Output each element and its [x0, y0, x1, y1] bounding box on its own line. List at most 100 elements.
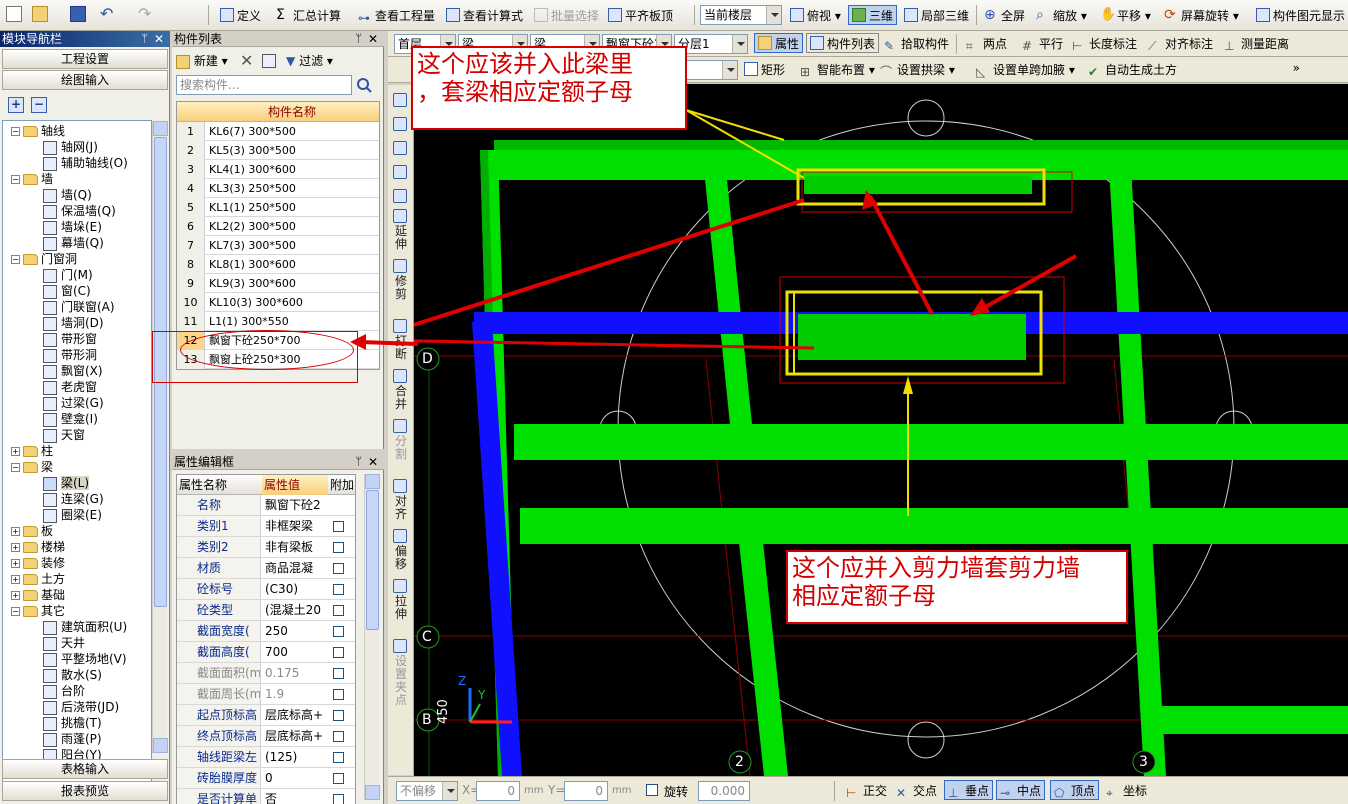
- component-row[interactable]: 8 KL8(1) 300*600: [177, 255, 379, 274]
- tree-item[interactable]: 带形洞: [43, 347, 97, 363]
- align-dim-button[interactable]: ⟋ 对齐标注: [1144, 33, 1217, 53]
- tree-item[interactable]: 幕墙(Q): [43, 235, 104, 251]
- tree-item[interactable]: 墙垛(E): [43, 219, 102, 235]
- property-row[interactable]: 截面高度(700: [177, 642, 355, 663]
- tree-item[interactable]: 雨蓬(P): [43, 731, 102, 747]
- new-file-icon[interactable]: [6, 6, 22, 22]
- attach-checkbox[interactable]: [333, 752, 344, 763]
- expand-icon[interactable]: +: [11, 575, 20, 584]
- property-value[interactable]: 商品混凝: [265, 558, 327, 578]
- rectangle-button[interactable]: 矩形: [740, 59, 789, 79]
- tree-item[interactable]: 飘窗(X): [43, 363, 103, 379]
- view-formula-button[interactable]: 查看计算式: [442, 5, 527, 25]
- chevron-down-icon[interactable]: [722, 61, 737, 79]
- redo-icon[interactable]: ↷: [138, 6, 154, 22]
- attach-checkbox[interactable]: [333, 584, 344, 595]
- scroll-up-icon[interactable]: [365, 474, 380, 489]
- property-value[interactable]: 250: [265, 621, 327, 641]
- component-row[interactable]: 10 KL10(3) 300*600: [177, 293, 379, 312]
- property-value[interactable]: 700: [265, 642, 327, 662]
- project-settings-button[interactable]: 工程设置: [2, 49, 168, 69]
- attach-checkbox[interactable]: [333, 773, 344, 784]
- tree-item[interactable]: 圈梁(E): [43, 507, 102, 523]
- measure-distance-button[interactable]: ⊥ 测量距离: [1220, 33, 1293, 53]
- smart-layout-button[interactable]: ⊞ 智能布置 ▾: [796, 59, 879, 79]
- perpendicular-snap-button[interactable]: ⊥ 垂点: [944, 780, 994, 800]
- expand-icon[interactable]: +: [11, 543, 20, 552]
- property-value[interactable]: 层底标高+: [265, 726, 327, 746]
- tree-item[interactable]: 窗(C): [43, 283, 91, 299]
- property-value[interactable]: (C30): [265, 579, 327, 599]
- toolbar-overflow-icon[interactable]: »: [1293, 61, 1300, 75]
- tree-item[interactable]: 轴网(J): [43, 139, 98, 155]
- parallel-button[interactable]: # 平行: [1018, 33, 1067, 53]
- tree-item[interactable]: 台阶: [43, 683, 85, 699]
- batch-select-button[interactable]: 批量选择: [530, 5, 603, 25]
- tree-folder[interactable]: − 门窗洞: [11, 251, 77, 267]
- chevron-down-icon[interactable]: [766, 6, 781, 24]
- expand-icon[interactable]: +: [11, 447, 20, 456]
- tree-item[interactable]: 辅助轴线(O): [43, 155, 128, 171]
- expand-all-icon[interactable]: +: [8, 97, 24, 113]
- ortho-button[interactable]: ⊢ 正交: [842, 780, 891, 800]
- property-row[interactable]: 起点顶标高 层底标高+: [177, 705, 355, 726]
- screen-rotate-button[interactable]: ⟳ 屏幕旋转 ▾: [1160, 5, 1243, 25]
- tree-item[interactable]: 门(M): [43, 267, 93, 283]
- tree-folder[interactable]: − 梁: [11, 459, 53, 475]
- y-coord-input[interactable]: 0: [564, 781, 608, 801]
- attach-checkbox[interactable]: [333, 794, 344, 804]
- component-row[interactable]: 3 KL4(1) 300*600: [177, 160, 379, 179]
- close-icon[interactable]: ✕: [154, 31, 164, 47]
- component-row[interactable]: 11 L1(1) 300*550: [177, 312, 379, 331]
- attach-checkbox[interactable]: [333, 605, 344, 616]
- top-view-button[interactable]: 俯视 ▾: [786, 5, 845, 25]
- tree-folder[interactable]: − 其它: [11, 603, 65, 619]
- undo-icon[interactable]: ↶: [100, 6, 116, 22]
- collapse-icon[interactable]: −: [11, 607, 20, 616]
- vertex-snap-button[interactable]: ⬠ 顶点: [1050, 780, 1100, 800]
- vertical-tool-button[interactable]: 延伸: [391, 225, 411, 251]
- property-row[interactable]: 类别2 非有梁板: [177, 537, 355, 558]
- expand-icon[interactable]: +: [11, 527, 20, 536]
- tree-item[interactable]: 梁(L): [43, 475, 90, 491]
- tree-item[interactable]: 天井: [43, 635, 85, 651]
- local-3d-button[interactable]: 局部三维: [900, 5, 973, 25]
- property-row[interactable]: 截面面积(m 0.175: [177, 663, 355, 684]
- tree-folder[interactable]: + 装修: [11, 555, 65, 571]
- pick-component-button[interactable]: ✎ 拾取构件: [880, 33, 953, 53]
- single-span-haunch-button[interactable]: ◺ 设置单跨加腋 ▾: [972, 59, 1079, 79]
- component-row[interactable]: 4 KL3(3) 250*500: [177, 179, 379, 198]
- property-row[interactable]: 类别1 非框架梁: [177, 516, 355, 537]
- rotate-angle-input[interactable]: 0.000: [698, 781, 750, 801]
- expand-icon[interactable]: +: [11, 559, 20, 568]
- tree-folder[interactable]: + 柱: [11, 443, 53, 459]
- tree-item[interactable]: 过梁(G): [43, 395, 104, 411]
- property-row[interactable]: 名称 飘窗下砼2: [177, 495, 355, 516]
- tree-scrollbar[interactable]: [152, 121, 168, 753]
- attach-checkbox[interactable]: [333, 563, 344, 574]
- scroll-down-icon[interactable]: [365, 785, 380, 800]
- drawing-input-button[interactable]: 绘图输入: [2, 70, 168, 90]
- table-input-button[interactable]: 表格输入: [2, 759, 168, 779]
- x-coord-input[interactable]: 0: [476, 781, 520, 801]
- 3d-viewport[interactable]: D C B 2 3 450 Z Y: [414, 84, 1348, 776]
- property-row[interactable]: 终点顶标高 层底标高+: [177, 726, 355, 747]
- pin-icon[interactable]: ᛘ: [355, 31, 362, 47]
- tree-item[interactable]: 带形窗: [43, 331, 97, 347]
- collapse-icon[interactable]: −: [11, 127, 20, 136]
- attach-checkbox[interactable]: [333, 668, 344, 679]
- property-value[interactable]: 0: [265, 768, 327, 788]
- vertical-tool-button[interactable]: 拉伸: [391, 595, 411, 621]
- set-arch-beam-button[interactable]: ⌒ 设置拱梁 ▾: [876, 59, 959, 79]
- scroll-down-icon[interactable]: [153, 738, 168, 753]
- property-value[interactable]: 否: [265, 789, 327, 804]
- attach-checkbox[interactable]: [333, 731, 344, 742]
- offset-select[interactable]: 不偏移: [396, 781, 458, 801]
- pan-button[interactable]: ✋ 平移 ▾: [1096, 5, 1155, 25]
- edit-tool-icon[interactable]: [393, 93, 407, 107]
- property-row[interactable]: 砼标号 (C30): [177, 579, 355, 600]
- property-value[interactable]: (125): [265, 747, 327, 767]
- component-list-button[interactable]: 构件列表: [806, 33, 880, 53]
- component-search-input[interactable]: 搜索构件...: [176, 75, 352, 95]
- edit-tool-icon[interactable]: [393, 141, 407, 155]
